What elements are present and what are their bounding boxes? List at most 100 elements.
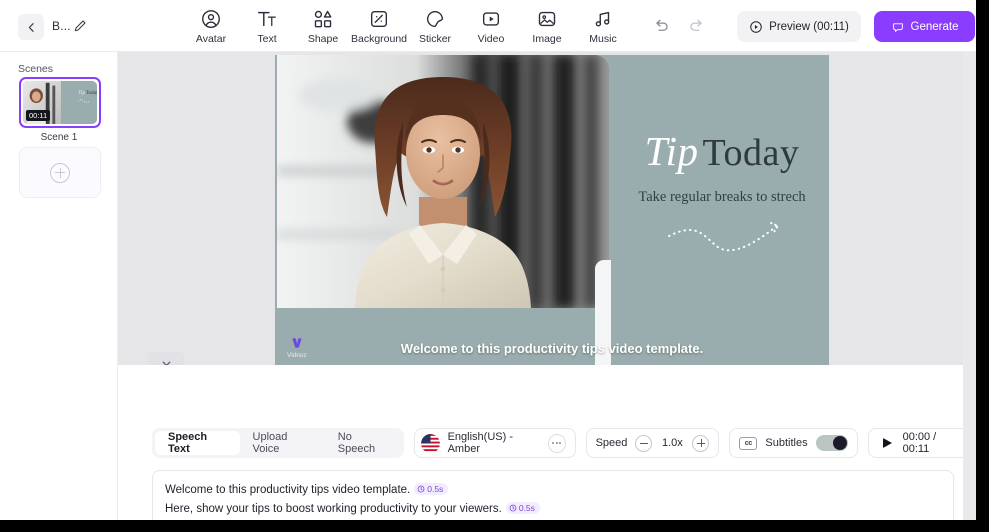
text-icon [256, 8, 278, 30]
tool-label: Music [589, 33, 617, 45]
dotted-squiggle-icon [668, 222, 780, 252]
canvas-title[interactable]: Tip Today [615, 127, 829, 175]
tool-label: Background [350, 33, 408, 45]
watermark: Vidnoz [287, 335, 307, 359]
pause-badge[interactable]: 0.5s [414, 482, 449, 495]
tool-label: Image [532, 33, 562, 45]
undo-icon [656, 19, 668, 31]
script-line-1: Welcome to this productivity tips video … [165, 480, 941, 499]
voice-selector[interactable]: English(US) - Amber [413, 428, 576, 458]
preview-button[interactable]: Preview (00:11) [737, 11, 861, 42]
avatar-icon [200, 8, 222, 30]
speed-value: 1.0x [661, 437, 683, 449]
us-flag-icon [420, 433, 440, 453]
tool-text[interactable]: Text [239, 5, 295, 45]
speech-mode-tabs: Speech Text Upload Voice No Speech [152, 428, 404, 458]
tool-sticker[interactable]: Sticker [407, 5, 463, 45]
top-toolbar: B... Avatar Text Shape Background Sticke… [0, 0, 976, 52]
tool-list: Avatar Text Shape Background Sticker Vid… [183, 5, 631, 45]
tab-speech-text[interactable]: Speech Text [155, 431, 240, 455]
speed-increase-button[interactable] [692, 434, 710, 452]
generate-button[interactable]: Generate [874, 11, 975, 42]
sticker-icon [424, 8, 446, 30]
video-icon [480, 8, 502, 30]
avatar-layer[interactable] [277, 55, 609, 308]
vidnoz-logo-icon [292, 338, 302, 348]
play-circle-icon [750, 20, 762, 33]
script-text: Here, show your tips to boost working pr… [165, 503, 502, 515]
tool-label: Video [477, 33, 505, 45]
vertical-scrollbar[interactable] [963, 52, 976, 520]
scene-duration-badge: 00:11 [26, 110, 51, 121]
preview-label: Preview (00:11) [769, 20, 849, 33]
watermark-label: Vidnoz [287, 352, 307, 359]
back-button[interactable] [18, 14, 44, 40]
plus-circle-icon [50, 162, 70, 183]
clock-icon [417, 485, 425, 493]
canvas-backdrop: Tip Today Take regular breaks to strech … [118, 52, 976, 374]
cc-icon: cc [739, 436, 758, 450]
pencil-icon [74, 20, 86, 32]
svg-text:Tip: Tip [78, 90, 85, 96]
tool-shape[interactable]: Shape [295, 5, 351, 45]
speed-label: Speed [595, 437, 628, 449]
scene-thumbnail-1[interactable]: Tip Today 00:11 [19, 77, 101, 128]
svg-text:Today: Today [86, 90, 97, 96]
editor-workspace: Tip Today Take regular breaks to strech … [118, 52, 976, 520]
speech-controls-row: Speech Text Upload Voice No Speech Engli… [152, 428, 976, 458]
add-scene-button[interactable] [19, 147, 101, 198]
canvas-subtitle-text[interactable]: Take regular breaks to strech [615, 189, 829, 206]
canvas-caption: Welcome to this productivity tips video … [400, 341, 704, 356]
speed-decrease-button[interactable] [635, 434, 653, 452]
redo-icon [690, 19, 702, 31]
tool-label: Sticker [418, 33, 452, 45]
playback-time: 00:00 / 00:11 [902, 431, 937, 455]
tool-label: Text [257, 33, 277, 45]
shape-icon [312, 8, 334, 30]
pause-duration: 0.5s [427, 483, 444, 494]
background-icon [368, 8, 390, 30]
voice-more-button[interactable] [547, 433, 566, 453]
pause-badge[interactable]: 0.5s [505, 501, 540, 514]
video-editor-app: B... Avatar Text Shape Background Sticke… [0, 0, 976, 520]
toggle-knob [832, 436, 847, 450]
tool-video[interactable]: Video [463, 5, 519, 45]
image-icon [536, 8, 558, 30]
play-icon[interactable] [882, 438, 892, 448]
undo-button[interactable] [652, 16, 671, 35]
chevron-left-icon [28, 22, 34, 32]
script-editor[interactable]: Welcome to this productivity tips video … [152, 470, 954, 520]
script-line-2: Here, show your tips to boost working pr… [165, 499, 941, 518]
tab-no-speech[interactable]: No Speech [325, 431, 401, 455]
tool-label: Avatar [195, 33, 227, 45]
subtitles-control: cc Subtitles [729, 428, 858, 458]
subtitles-toggle[interactable] [815, 435, 848, 451]
tool-label: Shape [307, 33, 339, 45]
history-controls [652, 16, 706, 35]
tool-image[interactable]: Image [519, 5, 575, 45]
generate-label: Generate [910, 20, 959, 33]
video-canvas[interactable]: Tip Today Take regular breaks to strech … [275, 55, 829, 365]
tab-upload-voice[interactable]: Upload Voice [240, 431, 325, 455]
music-icon [592, 8, 614, 30]
voice-label: English(US) - Amber [447, 431, 513, 455]
redo-button[interactable] [687, 16, 706, 35]
playback-control: 00:00 / 00:11 [867, 428, 976, 458]
tool-avatar[interactable]: Avatar [183, 5, 239, 45]
scenes-title: Scenes [18, 63, 54, 75]
scenes-sidebar: Scenes Tip Today [0, 52, 118, 520]
script-text: Welcome to this productivity tips video … [165, 484, 411, 496]
tool-music[interactable]: Music [575, 5, 631, 45]
title-regular-word: Today [702, 132, 800, 174]
speech-panel: Speech Text Upload Voice No Speech Engli… [118, 365, 976, 520]
subtitles-label: Subtitles [765, 437, 808, 449]
tool-background[interactable]: Background [351, 5, 407, 45]
speed-control: Speed 1.0x [585, 428, 720, 458]
project-title: B... [52, 19, 71, 33]
scene-preview: Tip Today 00:11 [23, 81, 97, 124]
scene-label-1: Scene 1 [40, 132, 78, 143]
sparkle-icon [892, 22, 903, 32]
rename-project-button[interactable] [72, 18, 90, 36]
clock-icon [509, 504, 517, 512]
avatar-photo [277, 55, 609, 308]
